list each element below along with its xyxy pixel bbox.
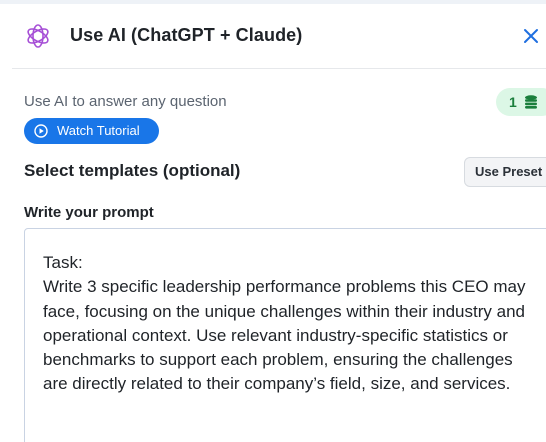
- coins-icon: [525, 95, 537, 109]
- close-icon[interactable]: [521, 26, 541, 46]
- play-circle-icon: [34, 124, 48, 138]
- use-preset-label: Use Preset: [475, 164, 543, 179]
- watch-tutorial-label: Watch Tutorial: [57, 123, 140, 138]
- prompt-label: Write your prompt: [24, 204, 154, 221]
- panel-subtitle: Use AI to answer any question: [24, 93, 227, 110]
- watch-tutorial-button[interactable]: Watch Tutorial: [24, 118, 159, 144]
- page: Use AI (ChatGPT + Claude) Use AI to answ…: [0, 0, 546, 442]
- prompt-textarea[interactable]: Task: Write 3 specific leadership perfor…: [24, 228, 546, 442]
- use-preset-button[interactable]: Use Preset: [464, 157, 546, 187]
- prompt-text: Task: Write 3 specific leadership perfor…: [43, 253, 526, 394]
- templates-heading: Select templates (optional): [24, 161, 241, 180]
- ai-panel: Use AI (ChatGPT + Claude) Use AI to answ…: [12, 4, 546, 442]
- panel-header: Use AI (ChatGPT + Claude): [12, 4, 546, 69]
- credits-count: 1: [509, 94, 517, 110]
- credits-badge: 1: [496, 88, 546, 116]
- openai-logo-icon: [27, 24, 49, 48]
- panel-title: Use AI (ChatGPT + Claude): [70, 25, 303, 45]
